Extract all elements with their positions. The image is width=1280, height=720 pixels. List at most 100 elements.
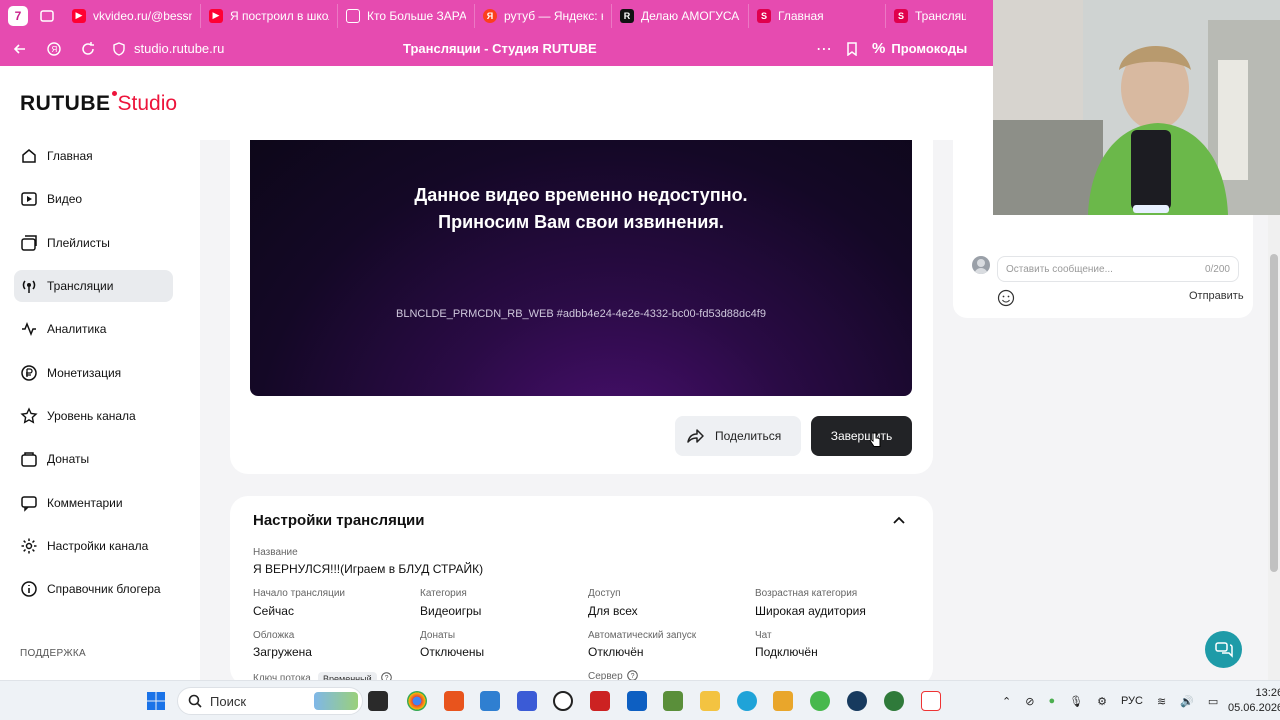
chatgpt-icon[interactable] [553, 691, 573, 711]
sidebar-item-playlists[interactable]: Плейлисты [14, 227, 173, 259]
sidebar-item-analytics[interactable]: Аналитика [14, 313, 173, 345]
app-icon[interactable] [590, 691, 610, 711]
field-donate-label: Донаты [420, 630, 456, 641]
browser-tab[interactable]: R Делаю АМОГУСА з [612, 3, 749, 28]
info-icon [21, 581, 37, 597]
secure-shield-icon [113, 41, 125, 56]
bookmark-icon[interactable] [846, 41, 858, 56]
money-icon [21, 365, 37, 381]
field-cover-value: Загружена [253, 645, 312, 659]
sidebar-item-monetization[interactable]: Монетизация [14, 357, 173, 389]
share-icon [687, 429, 704, 443]
rutube-studio-logo[interactable]: RUTUBE Studio [20, 91, 177, 116]
field-start-label: Начало трансляции [253, 588, 345, 599]
chat-bubbles-icon [1214, 641, 1233, 658]
volume-icon[interactable]: 🔊 [1180, 695, 1194, 708]
svg-text:Я: Я [52, 45, 58, 54]
field-autostart-label: Автоматический запуск [588, 630, 697, 641]
field-chat-label: Чат [755, 630, 772, 641]
sidebar-item-channel-settings[interactable]: Настройки канала [14, 530, 173, 562]
field-age-value: Широкая аудитория [755, 604, 866, 618]
webcam-overlay [993, 0, 1280, 215]
logo-dot [111, 91, 117, 96]
sidebar-item-blogger-guide[interactable]: Справочник блогера [14, 573, 173, 605]
field-cover-label: Обложка [253, 630, 295, 641]
field-chat-value: Подключён [755, 645, 818, 659]
promo-button[interactable]: % Промокоды [872, 40, 967, 57]
wifi-icon[interactable]: ≋ [1157, 695, 1166, 708]
minecraft-icon[interactable] [663, 691, 683, 711]
browser-tab[interactable]: ▶ Я построил в школ [201, 3, 338, 28]
folder-icon[interactable] [700, 691, 720, 711]
task-view-icon[interactable] [368, 691, 388, 711]
sidebar-item-channel-level[interactable]: Уровень канала [14, 400, 173, 432]
send-message-button[interactable]: Отправить [1189, 290, 1244, 302]
emoji-icon[interactable] [997, 289, 1015, 307]
chevron-up-icon[interactable] [891, 513, 907, 529]
app-tray-icon[interactable]: ● [1048, 695, 1055, 707]
store-icon[interactable] [627, 691, 647, 711]
more-icon[interactable]: ⋯ [816, 39, 832, 59]
donate-icon [21, 452, 37, 467]
sidebar-item-comments[interactable]: Комментарии [14, 487, 173, 519]
field-category-value: Видеоигры [420, 604, 482, 618]
windows-start-icon[interactable] [146, 691, 166, 711]
chrome-icon[interactable] [407, 691, 427, 711]
sidebar-item-donations[interactable]: Донаты [14, 443, 173, 475]
home-icon [22, 149, 36, 163]
browser-tab[interactable]: ▶ vkvideo.ru/@bessm [64, 3, 201, 28]
taskbar-search[interactable]: Поиск [177, 687, 363, 715]
edge-icon[interactable] [737, 691, 757, 711]
app-icon[interactable] [884, 691, 904, 711]
end-broadcast-button[interactable]: Завершить [811, 416, 912, 456]
support-chat-button[interactable] [1205, 631, 1242, 668]
svg-text:?: ? [631, 673, 635, 680]
network-off-icon[interactable]: ⊘ [1025, 695, 1034, 708]
search-highlight-icon [314, 692, 358, 710]
browser-app-badge[interactable]: 7 [8, 5, 28, 26]
webcam-image [993, 0, 1280, 215]
system-tray: ⌃ ⊘ ● 🎙 ⚙ РУС ≋ 🔊 ▭ [1002, 681, 1218, 720]
sidebar-item-broadcasts[interactable]: Трансляции [14, 270, 173, 302]
windows-taskbar: Поиск ⌃ ⊘ ● 🎙 ⚙ РУС ≋ 🔊 ▭ 13:26 05.06.20… [0, 680, 1280, 720]
vk-video-icon: ▶ [72, 8, 86, 23]
share-button[interactable]: Поделиться [675, 416, 801, 456]
game-icon[interactable] [773, 691, 793, 711]
back-arrow-icon[interactable] [6, 35, 34, 63]
browser-tab[interactable]: S Трансляции - [886, 4, 974, 28]
document-icon [346, 8, 360, 23]
home-tab-icon[interactable] [36, 5, 58, 27]
player-error-code: BLNCLDE_PRMCDN_RB_WEB #adbb4e24-4e2e-433… [396, 308, 766, 320]
taskbar-clock[interactable]: 13:26 05.06.2026 [1228, 686, 1280, 716]
chat-message-input[interactable]: Оставить сообщение... 0/200 [997, 256, 1239, 282]
address-bar-actions: ⋯ % Промокоды [816, 31, 967, 66]
microphone-icon[interactable]: 🎙 [1069, 695, 1083, 708]
field-autostart-value: Отключён [588, 645, 644, 659]
browser-tab[interactable]: Кто Больше ЗАРАБ [338, 3, 475, 28]
url-field[interactable]: studio.rutube.ru [112, 41, 352, 56]
sidebar-item-home[interactable]: Главная [14, 140, 173, 172]
sidebar-item-video[interactable]: Видео [14, 183, 173, 215]
language-indicator[interactable]: РУС [1121, 695, 1143, 707]
settings-tray-icon[interactable]: ⚙ [1097, 695, 1107, 708]
video-player[interactable]: Данное видео временно недоступно. Принос… [250, 140, 912, 396]
scrollbar-thumb[interactable] [1270, 254, 1278, 572]
reload-icon[interactable] [74, 35, 102, 63]
rutube-r-icon: R [620, 8, 634, 23]
field-access-value: Для всех [588, 604, 638, 618]
avatar [972, 256, 990, 274]
broadcast-icon [22, 280, 36, 293]
vpn-icon[interactable] [480, 691, 500, 711]
browser-tab[interactable]: S Главная [749, 3, 886, 28]
app-icon[interactable] [444, 691, 464, 711]
app-icon[interactable] [517, 691, 537, 711]
chevron-up-icon[interactable]: ⌃ [1002, 695, 1011, 708]
battery-icon[interactable]: ▭ [1208, 695, 1218, 708]
rutube-icon: S [757, 8, 771, 23]
yandex-logo-icon[interactable]: Я [40, 35, 68, 63]
browser-tab[interactable]: Я рутуб — Яндекс: на [475, 3, 612, 28]
yandex-browser-icon[interactable] [921, 691, 941, 711]
steam-icon[interactable] [847, 691, 867, 711]
field-donate-value: Отключены [420, 645, 485, 659]
utorrent-icon[interactable] [810, 691, 830, 711]
